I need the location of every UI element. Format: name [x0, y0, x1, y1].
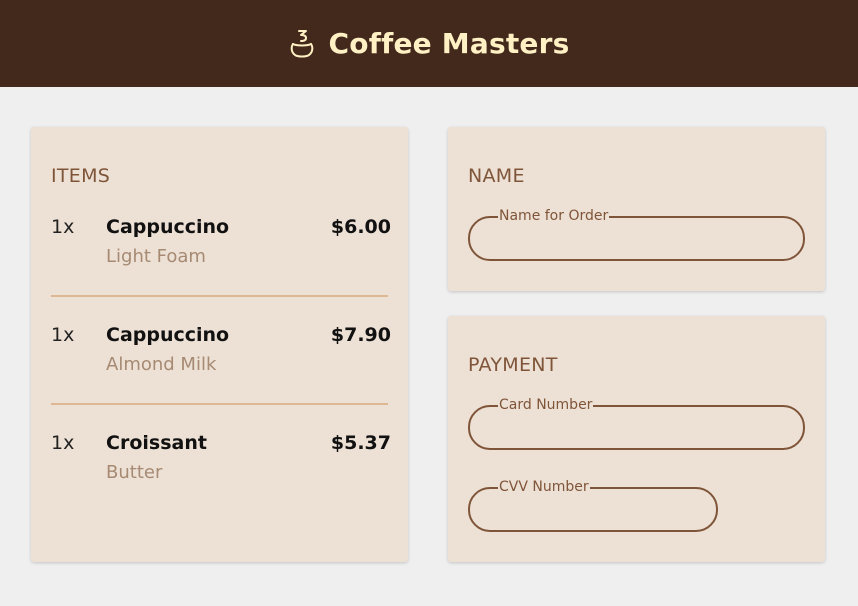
name-title: NAME	[468, 165, 525, 187]
items-card: ITEMS 1x Cappuccino $6.00 Light Foam 1x …	[31, 127, 408, 562]
item-quantity: 1x	[51, 432, 75, 454]
card-number-field: Card Number	[468, 396, 805, 450]
app-header: Coffee Masters	[0, 0, 858, 87]
cvv-field: CVV Number	[468, 478, 718, 532]
cvv-label: CVV Number	[498, 478, 590, 496]
item-price: $6.00	[330, 216, 391, 238]
item-price: $5.37	[330, 432, 391, 454]
item-quantity: 1x	[51, 216, 75, 238]
item-name: Croissant	[106, 432, 207, 454]
item-divider	[51, 295, 388, 297]
item-option: Light Foam	[106, 246, 206, 267]
name-card: NAME Name for Order	[448, 127, 825, 291]
payment-card: PAYMENT Card Number CVV Number	[448, 316, 825, 562]
item-divider	[51, 403, 388, 405]
card-number-label: Card Number	[498, 396, 594, 414]
item-name: Cappuccino	[106, 216, 230, 238]
item-name: Cappuccino	[106, 324, 230, 346]
items-title: ITEMS	[51, 165, 111, 187]
payment-title: PAYMENT	[468, 354, 558, 376]
app-title: Coffee Masters	[328, 27, 570, 60]
name-field: Name for Order	[468, 207, 805, 261]
name-field-label: Name for Order	[498, 207, 610, 225]
item-option: Almond Milk	[106, 354, 217, 375]
coffee-cup-icon	[289, 29, 317, 59]
item-option: Butter	[106, 462, 163, 483]
item-price: $7.90	[330, 324, 391, 346]
item-quantity: 1x	[51, 324, 75, 346]
